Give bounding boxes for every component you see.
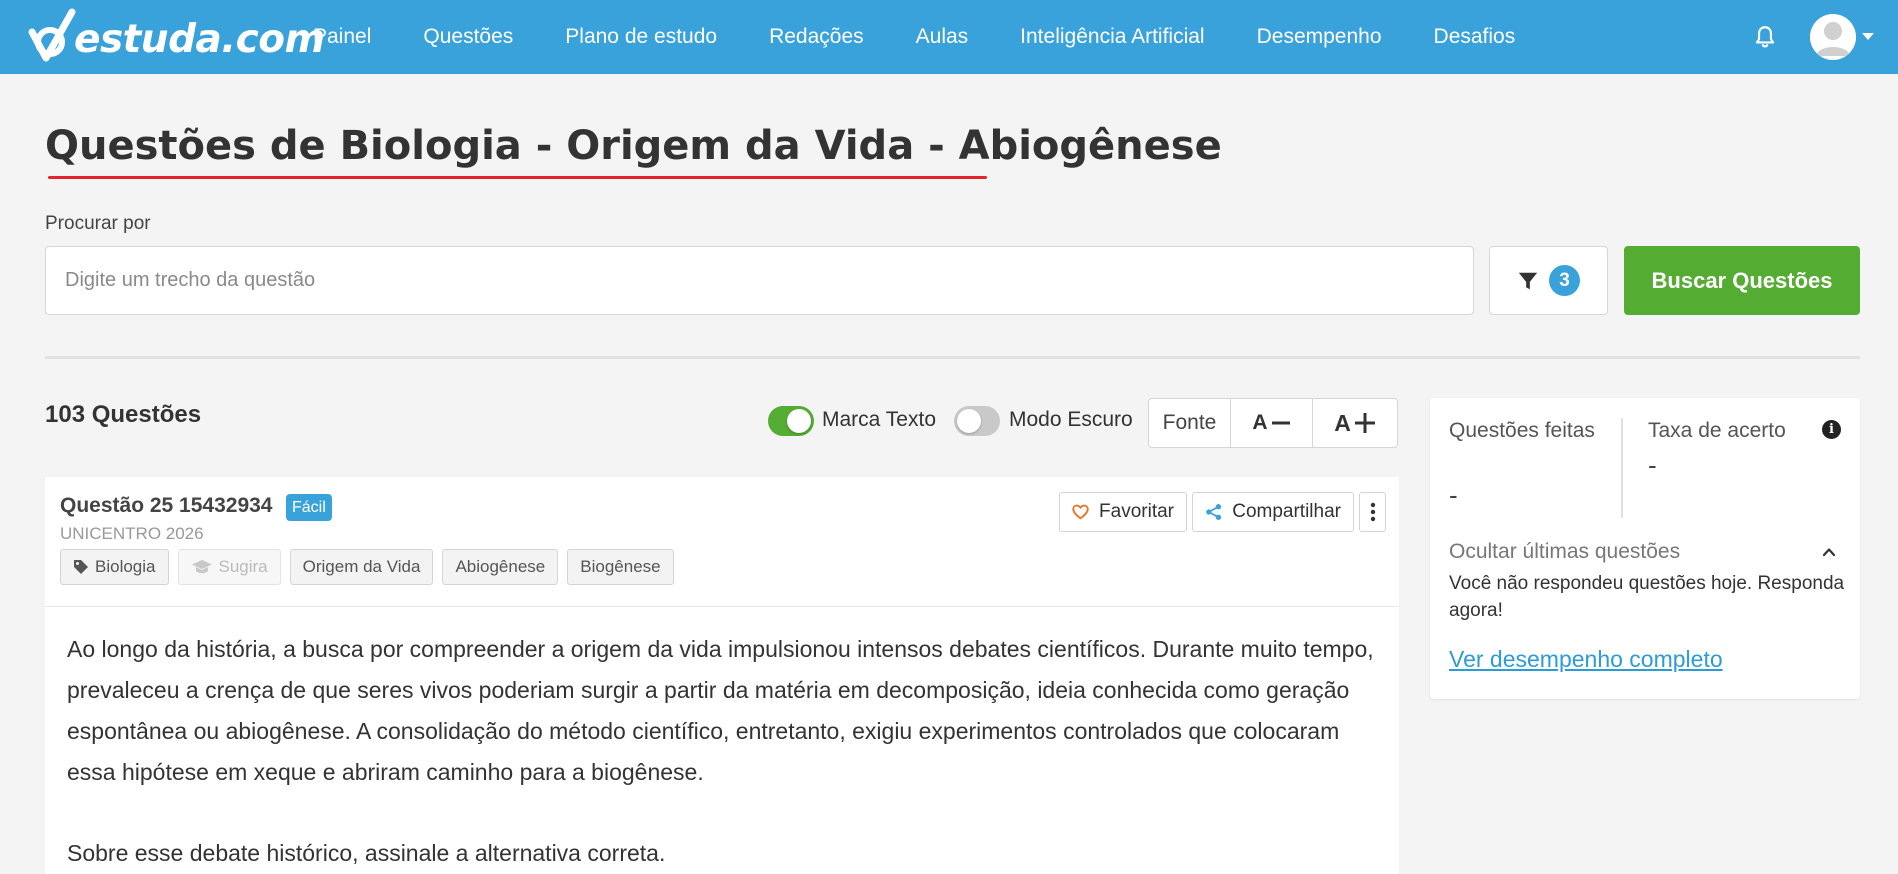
tag-biologia[interactable]: Biologia	[60, 549, 169, 585]
heart-icon	[1072, 504, 1089, 520]
favorite-label: Favoritar	[1099, 501, 1174, 522]
nav-item-plano-de-estudo[interactable]: Plano de estudo	[565, 25, 717, 49]
tag-biogenese[interactable]: Biogênese	[567, 549, 674, 585]
questions-done-value: -	[1449, 480, 1458, 510]
question-text: Ao longo da história, a busca por compre…	[67, 636, 1374, 785]
question-body: Ao longo da história, a busca por compre…	[67, 629, 1377, 874]
font-increase-button[interactable]: A	[1313, 399, 1397, 447]
toggle-knob	[957, 409, 981, 433]
user-avatar-icon	[1810, 14, 1856, 60]
no-answers-message: Você não respondeu questões hoje. Respon…	[1449, 573, 1845, 621]
share-label: Compartilhar	[1232, 501, 1341, 522]
full-performance-link[interactable]: Ver desempenho completo	[1449, 646, 1723, 673]
marca-texto-label: Marca Texto	[822, 408, 936, 431]
bell-icon[interactable]	[1752, 24, 1778, 50]
search-label: Procurar por	[45, 213, 151, 234]
modo-escuro-toggle[interactable]	[954, 406, 1000, 436]
accuracy-rate-value: -	[1648, 450, 1657, 480]
user-avatar[interactable]	[1810, 14, 1856, 60]
section-divider	[45, 356, 1860, 359]
tag-origem-da-vida[interactable]: Origem da Vida	[289, 549, 434, 585]
search-questions-button[interactable]: Buscar Questões	[1624, 246, 1860, 315]
modo-escuro-label: Modo Escuro	[1009, 408, 1133, 431]
nav-item-questoes[interactable]: Questões	[423, 25, 513, 49]
plus-icon	[1354, 413, 1375, 433]
nav-item-painel[interactable]: Painel	[313, 25, 371, 49]
toggle-knob	[787, 409, 811, 433]
difficulty-badge: Fácil	[286, 494, 332, 521]
tag-sugira[interactable]: Sugira	[177, 549, 281, 585]
title-underline	[48, 176, 987, 179]
question-header: Questão 25 15432934 Fácil UNICENTRO 2026…	[45, 477, 1399, 607]
font-size-controls: Fonte A A	[1148, 398, 1398, 448]
chevron-up-icon[interactable]	[1823, 546, 1835, 558]
font-decrease-letter: A	[1252, 411, 1268, 434]
question-tags: Biologia Sugira Origem da Vida Abiogênes…	[60, 549, 674, 585]
font-increase-letter: A	[1334, 409, 1351, 436]
performance-panel: Questões feitas - Taxa de acerto - i Ocu…	[1430, 398, 1860, 699]
nav-item-desempenho[interactable]: Desempenho	[1257, 25, 1382, 49]
page-title: Questões de Biologia - Origem da Vida - …	[45, 123, 1222, 169]
font-label: Fonte	[1149, 399, 1231, 447]
checkmark-logo-icon	[28, 8, 76, 62]
kebab-menu-icon	[1370, 502, 1375, 522]
tag-icon	[74, 560, 88, 574]
graduation-cap-icon	[191, 560, 212, 574]
stats-separator	[1621, 418, 1623, 518]
share-button[interactable]: Compartilhar	[1192, 492, 1354, 532]
info-icon[interactable]: i	[1822, 420, 1841, 439]
question-count: 103 Questões	[45, 401, 202, 428]
hide-recent-questions-toggle[interactable]: Ocultar últimas questões	[1449, 540, 1680, 564]
marca-texto-toggle[interactable]	[768, 406, 814, 436]
question-source: UNICENTRO 2026	[60, 524, 204, 543]
accuracy-rate-label: Taxa de acerto	[1648, 419, 1786, 442]
nav-item-redacoes[interactable]: Redações	[769, 25, 864, 49]
more-options-button[interactable]	[1359, 492, 1386, 532]
filter-icon	[1518, 272, 1538, 289]
share-icon	[1206, 504, 1222, 520]
brand-logo-text: estuda.com	[74, 16, 325, 62]
font-decrease-button[interactable]: A	[1231, 399, 1313, 447]
tag-abiogenese[interactable]: Abiogênese	[442, 549, 559, 585]
nav-item-desafios[interactable]: Desafios	[1434, 25, 1516, 49]
chevron-down-icon[interactable]	[1862, 33, 1874, 40]
minus-icon	[1271, 421, 1290, 425]
main-nav: Painel Questões Plano de estudo Redações…	[313, 0, 1567, 74]
questions-done-label: Questões feitas	[1449, 419, 1595, 442]
nav-item-aulas[interactable]: Aulas	[916, 25, 969, 49]
filter-count-badge: 3	[1549, 265, 1580, 296]
question-title: Questão 25 15432934	[60, 494, 273, 517]
filter-button[interactable]: 3	[1489, 246, 1608, 315]
top-navbar: estuda.com Painel Questões Plano de estu…	[0, 0, 1898, 74]
nav-item-inteligencia-artificial[interactable]: Inteligência Artificial	[1020, 25, 1204, 49]
favorite-button[interactable]: Favoritar	[1059, 492, 1187, 532]
brand-logo[interactable]: estuda.com	[28, 6, 325, 68]
question-prompt: Sobre esse debate histórico, assinale a …	[67, 840, 666, 866]
search-input[interactable]	[45, 246, 1474, 315]
tag-label: Sugira	[218, 557, 268, 576]
tag-label: Biologia	[95, 557, 156, 576]
question-card: Questão 25 15432934 Fácil UNICENTRO 2026…	[45, 477, 1399, 874]
